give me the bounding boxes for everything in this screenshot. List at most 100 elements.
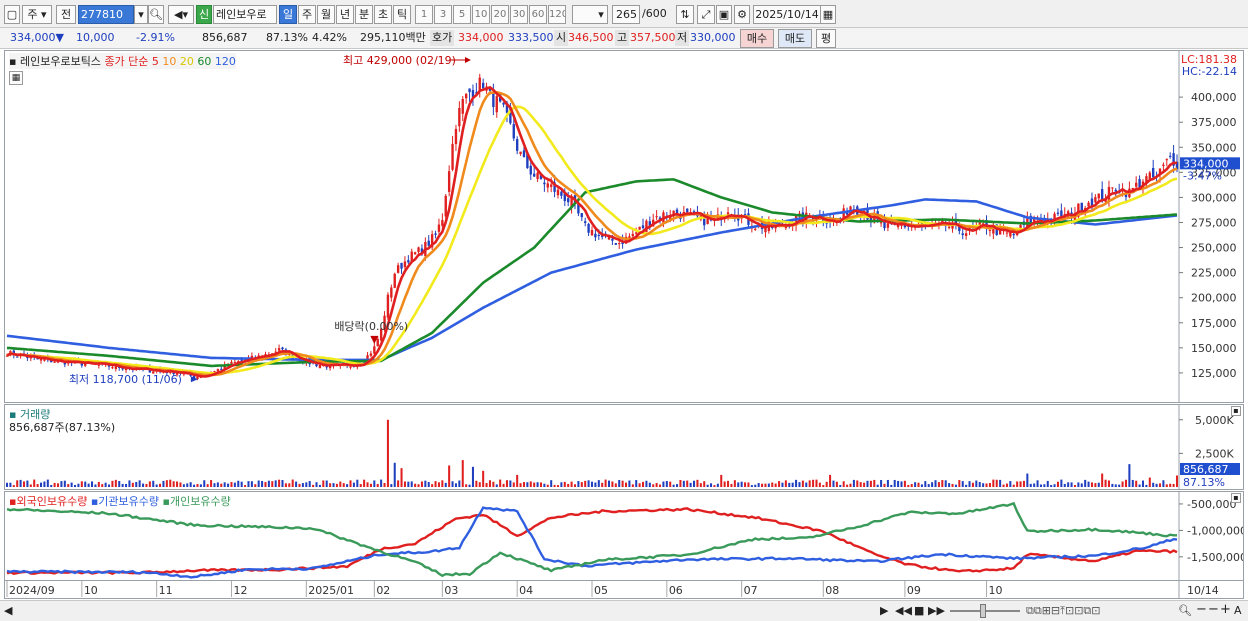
volume-bar — [148, 481, 151, 487]
stop-icon[interactable]: ■ — [914, 604, 924, 617]
minute-button-7[interactable]: 120 — [548, 5, 566, 24]
volume-close-icon[interactable]: ▪ — [1231, 406, 1241, 416]
volume-tick-label: 5,000K — [1195, 414, 1234, 427]
minus-icon[interactable]: − — [1208, 602, 1219, 617]
flat-button[interactable]: 평 — [816, 29, 836, 48]
minute-button-0[interactable]: 1 — [415, 5, 433, 24]
candle-body — [618, 243, 621, 245]
volume-bar — [91, 481, 94, 487]
speaker-icon[interactable]: ◀▾ — [168, 5, 194, 24]
candle-body — [543, 182, 546, 185]
volume-bar — [502, 483, 505, 487]
volume-bar — [771, 482, 774, 487]
candle-body — [444, 195, 447, 217]
volume-bar — [101, 484, 104, 487]
minute-button-4[interactable]: 20 — [491, 5, 509, 24]
period-tab-0[interactable]: 일 — [279, 5, 297, 24]
volume-bar — [767, 483, 770, 487]
date-input[interactable]: 2025/10/14 — [753, 5, 821, 24]
view-options-icon[interactable]: ⧉⧉⊞⊟⤒⊡⊡⧉⊡ — [1026, 604, 1101, 618]
volume-bar — [223, 482, 226, 487]
volume-bar — [176, 481, 179, 487]
volume-bar — [982, 483, 985, 487]
volume-bar — [305, 482, 308, 487]
chart-tools-icon[interactable]: ⇅ — [676, 5, 694, 24]
legend-institution-text: 기관보유수량 — [98, 495, 160, 508]
volume-bar — [611, 481, 614, 487]
volume-bar — [546, 484, 549, 487]
volume-bar — [1046, 480, 1049, 487]
candle-body — [124, 368, 128, 371]
zoom-out-icon[interactable]: − — [1196, 602, 1207, 617]
volume-bar — [318, 484, 321, 487]
volume-chart[interactable]: 5,000K 2,500K 856,68787.13% — [5, 405, 1243, 489]
volume-bar — [842, 481, 845, 487]
price-panel[interactable]: 400,000 375,000 350,000 325,000 300,000 275,0… — [4, 50, 1244, 403]
count-input[interactable]: 265 — [612, 5, 640, 24]
ma-line-ma60 — [6, 178, 1178, 368]
x-tick-label: 10 — [84, 584, 98, 597]
candle-body — [1138, 179, 1141, 188]
plus-icon[interactable]: + — [1220, 602, 1231, 617]
legend-dot: ▪ — [9, 55, 17, 68]
period-tab-3[interactable]: 년 — [336, 5, 354, 24]
holdings-close-icon[interactable]: ▪ — [1231, 493, 1241, 503]
volume-bar — [716, 483, 719, 487]
settings-icon[interactable]: ⚙ — [734, 5, 750, 24]
stock-name-field[interactable]: 레인보우로 — [213, 5, 277, 24]
volume-bar — [624, 482, 628, 487]
volume-panel[interactable]: 5,000K 2,500K 856,687 87.13% ▪ 거래량 856,687주… — [4, 404, 1244, 490]
minute-button-5[interactable]: 30 — [510, 5, 528, 24]
high-arrow-head — [464, 57, 471, 64]
auto-icon[interactable]: A — [1234, 604, 1242, 617]
zoom-icon[interactable]: 🔍︎ — [1178, 604, 1192, 617]
minute-button-3[interactable]: 10 — [472, 5, 490, 24]
code-input[interactable]: 277810 — [78, 5, 134, 24]
rewind-icon[interactable]: ◀◀ — [895, 604, 912, 617]
x-tick-label: 2024/09 — [9, 584, 55, 597]
scroll-bar[interactable]: ◀ ▶ ◀◀ ■ ▶▶ ⧉⧉⊞⊟⤒⊡⊡⧉⊡ 🔍︎ − − + A — [0, 600, 1248, 621]
market-select[interactable]: 주 ▾ — [22, 5, 52, 24]
holdings-panel[interactable]: -500,000 -1,000,000 -1,500,000 ▪외국인보유수량 ▪기… — [4, 491, 1244, 581]
minute-button-1[interactable]: 3 — [434, 5, 452, 24]
volume-bar — [410, 481, 413, 487]
volume-bar — [468, 484, 471, 487]
period-tab-1[interactable]: 주 — [298, 5, 316, 24]
volume-bar — [529, 481, 532, 487]
volume-bar — [727, 480, 730, 487]
volume-bar — [155, 484, 158, 487]
zoom-slider-handle[interactable] — [980, 604, 986, 618]
period-tab-5[interactable]: 초 — [374, 5, 392, 24]
x-axis-svg: 2024/09 10 11 12 2025/01 02 03 04 05 06 07 08 09 10 10… — [6, 581, 1219, 599]
volume-bar — [710, 483, 713, 487]
minute-custom-select[interactable]: ▾ — [572, 5, 608, 24]
volume-bar — [254, 484, 257, 487]
code-dropdown-icon[interactable]: ▾ — [134, 5, 148, 24]
buy-button[interactable]: 매수 — [740, 29, 774, 48]
volume-bar — [526, 482, 529, 487]
search-icon[interactable]: 🔍︎ — [148, 5, 164, 24]
volume-bar — [1135, 480, 1138, 487]
chart-title: 레인보우로보틱스 — [19, 55, 101, 68]
box-icon[interactable]: ▢ — [4, 5, 20, 24]
save-icon[interactable]: ▣ — [716, 5, 732, 24]
draw-icon[interactable]: ⤢ — [697, 5, 715, 24]
prev-button[interactable]: 전 — [56, 5, 76, 24]
volume-bar — [934, 480, 937, 487]
volume-bar — [1084, 479, 1087, 487]
period-tab-2[interactable]: 월 — [317, 5, 335, 24]
volume-bar — [550, 480, 553, 487]
calendar-icon[interactable]: ▦ — [820, 5, 836, 24]
grid-toggle-icon[interactable]: ▦ — [9, 71, 23, 85]
hoga-label: 호가 — [430, 30, 455, 46]
price-chart[interactable]: 400,000375,000350,000325,000300,000275,0… — [5, 51, 1243, 402]
forward-icon[interactable]: ▶▶ — [928, 604, 945, 617]
sell-button[interactable]: 매도 — [778, 29, 812, 48]
volume-bar — [594, 482, 597, 487]
scroll-left-icon[interactable]: ◀ — [4, 604, 12, 617]
period-tab-4[interactable]: 분 — [355, 5, 373, 24]
play-icon[interactable]: ▶ — [880, 604, 888, 617]
minute-button-2[interactable]: 5 — [453, 5, 471, 24]
minute-button-6[interactable]: 60 — [529, 5, 547, 24]
period-tab-6[interactable]: 틱 — [393, 5, 411, 24]
